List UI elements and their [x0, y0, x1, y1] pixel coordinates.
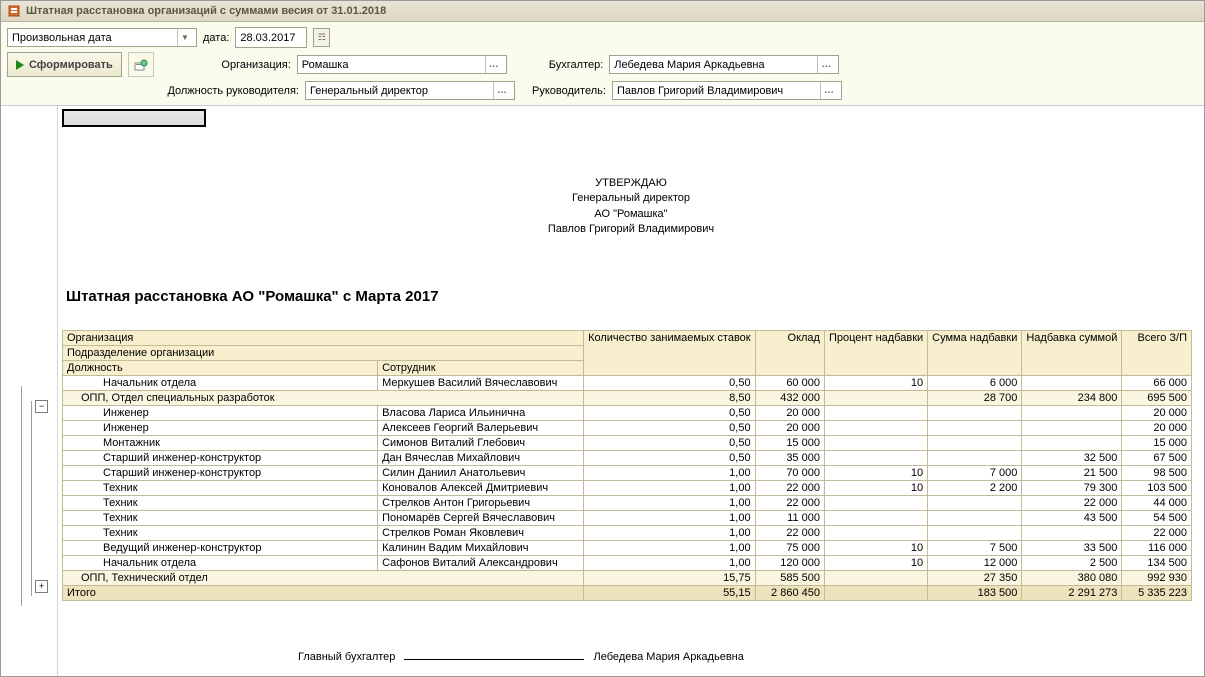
ellipsis-icon[interactable]: …: [820, 82, 837, 99]
approval-company: АО "Ромашка": [58, 207, 1204, 222]
org-value: Ромашка: [302, 59, 485, 71]
report-icon: [7, 4, 21, 18]
settings-icon-button[interactable]: [128, 52, 154, 77]
position-label: Должность руководителя:: [149, 85, 299, 97]
table-row: МонтажникСимонов Виталий Глебович0,5015 …: [63, 435, 1192, 450]
col-position: Должность: [63, 360, 378, 375]
selected-cell[interactable]: [62, 109, 206, 127]
window-title: Штатная расстановка организаций с суммам…: [26, 5, 386, 17]
org-field[interactable]: Ромашка …: [297, 55, 507, 74]
accountant-field[interactable]: Лебедева Мария Аркадьевна …: [609, 55, 839, 74]
ellipsis-icon[interactable]: …: [485, 56, 502, 73]
generate-button[interactable]: Сформировать: [7, 52, 122, 77]
table-row: ОПП, Отдел специальных разработок8,50432…: [63, 390, 1192, 405]
col-salary: Оклад: [755, 330, 824, 375]
signature-line: [404, 659, 584, 660]
generate-label: Сформировать: [29, 59, 113, 71]
table-row: Старший инженер-конструкторСилин Даниил …: [63, 465, 1192, 480]
total-row: Итого 55,15 2 860 450 183 500 2 291 273 …: [63, 585, 1192, 600]
table-row: Начальник отделаСафонов Виталий Александ…: [63, 555, 1192, 570]
table-row: ИнженерАлексеев Георгий Валерьевич0,5020…: [63, 420, 1192, 435]
date-mode-value: Произвольная дата: [12, 32, 177, 44]
table-row: ИнженерВласова Лариса Ильинична0,5020 00…: [63, 405, 1192, 420]
date-value: 28.03.2017: [240, 32, 295, 44]
approval-position: Генеральный директор: [58, 191, 1204, 206]
date-input[interactable]: 28.03.2017: [235, 27, 307, 48]
signature-name: Лебедева Мария Аркадьевна: [594, 651, 744, 663]
position-field[interactable]: Генеральный директор …: [305, 81, 515, 100]
calendar-icon[interactable]: ☶: [313, 28, 330, 47]
outline-collapse-button[interactable]: −: [35, 400, 48, 413]
col-total: Всего З/П: [1122, 330, 1192, 375]
date-mode-combo[interactable]: Произвольная дата ▼: [7, 28, 197, 47]
approval-block: УТВЕРЖДАЮ Генеральный директор АО "Ромаш…: [58, 176, 1204, 238]
manager-field[interactable]: Павлов Григорий Владимирович …: [612, 81, 842, 100]
position-value: Генеральный директор: [310, 85, 493, 97]
table-row: ТехникКоновалов Алексей Дмитриевич1,0022…: [63, 480, 1192, 495]
play-icon: [16, 60, 24, 70]
table-row: Начальник отделаМеркушев Василий Вячесла…: [63, 375, 1192, 390]
chevron-down-icon[interactable]: ▼: [177, 29, 192, 46]
col-dept: Подразделение организации: [63, 345, 584, 360]
table-row: Ведущий инженер-конструкторКалинин Вадим…: [63, 540, 1192, 555]
col-count: Количество занимаемых ставок: [584, 330, 756, 375]
manager-value: Павлов Григорий Владимирович: [617, 85, 820, 97]
col-employee: Сотрудник: [378, 360, 584, 375]
signature-block: Главный бухгалтер Лебедева Мария Аркадье…: [298, 651, 1204, 663]
col-percent: Процент надбавки: [824, 330, 927, 375]
accountant-label: Бухгалтер:: [549, 59, 604, 71]
toolbar: Произвольная дата ▼ дата: 28.03.2017 ☶ С…: [1, 22, 1204, 106]
approval-name: Павлов Григорий Владимирович: [58, 222, 1204, 237]
report-title: Штатная расстановка АО "Ромашка" с Марта…: [66, 288, 1204, 305]
col-bonus-sum: Сумма надбавки: [928, 330, 1022, 375]
ellipsis-icon[interactable]: …: [493, 82, 510, 99]
staffing-table: Организация Количество занимаемых ставок…: [62, 330, 1192, 601]
window-titlebar: Штатная расстановка организаций с суммам…: [1, 1, 1204, 22]
table-row: ТехникСтрелков Роман Яковлевич1,0022 000…: [63, 525, 1192, 540]
col-org: Организация: [63, 330, 584, 345]
signature-role: Главный бухгалтер: [298, 651, 395, 663]
table-row: Старший инженер-конструкторДан Вячеслав …: [63, 450, 1192, 465]
table-row: ТехникСтрелков Антон Григорьевич1,0022 0…: [63, 495, 1192, 510]
ellipsis-icon[interactable]: …: [817, 56, 834, 73]
manager-label: Руководитель:: [532, 85, 606, 97]
total-label: Итого: [63, 585, 584, 600]
org-label: Организация:: [216, 59, 291, 71]
approval-caption: УТВЕРЖДАЮ: [58, 176, 1204, 191]
col-bonus-fixed: Надбавка суммой: [1022, 330, 1122, 375]
date-label: дата:: [203, 32, 229, 44]
accountant-value: Лебедева Мария Аркадьевна: [614, 59, 817, 71]
outline-expand-button[interactable]: +: [35, 580, 48, 593]
outline-gutter: − +: [1, 106, 58, 676]
table-row: ОПП, Технический отдел15,75585 50027 350…: [63, 570, 1192, 585]
table-row: ТехникПономарёв Сергей Вячеславович1,001…: [63, 510, 1192, 525]
